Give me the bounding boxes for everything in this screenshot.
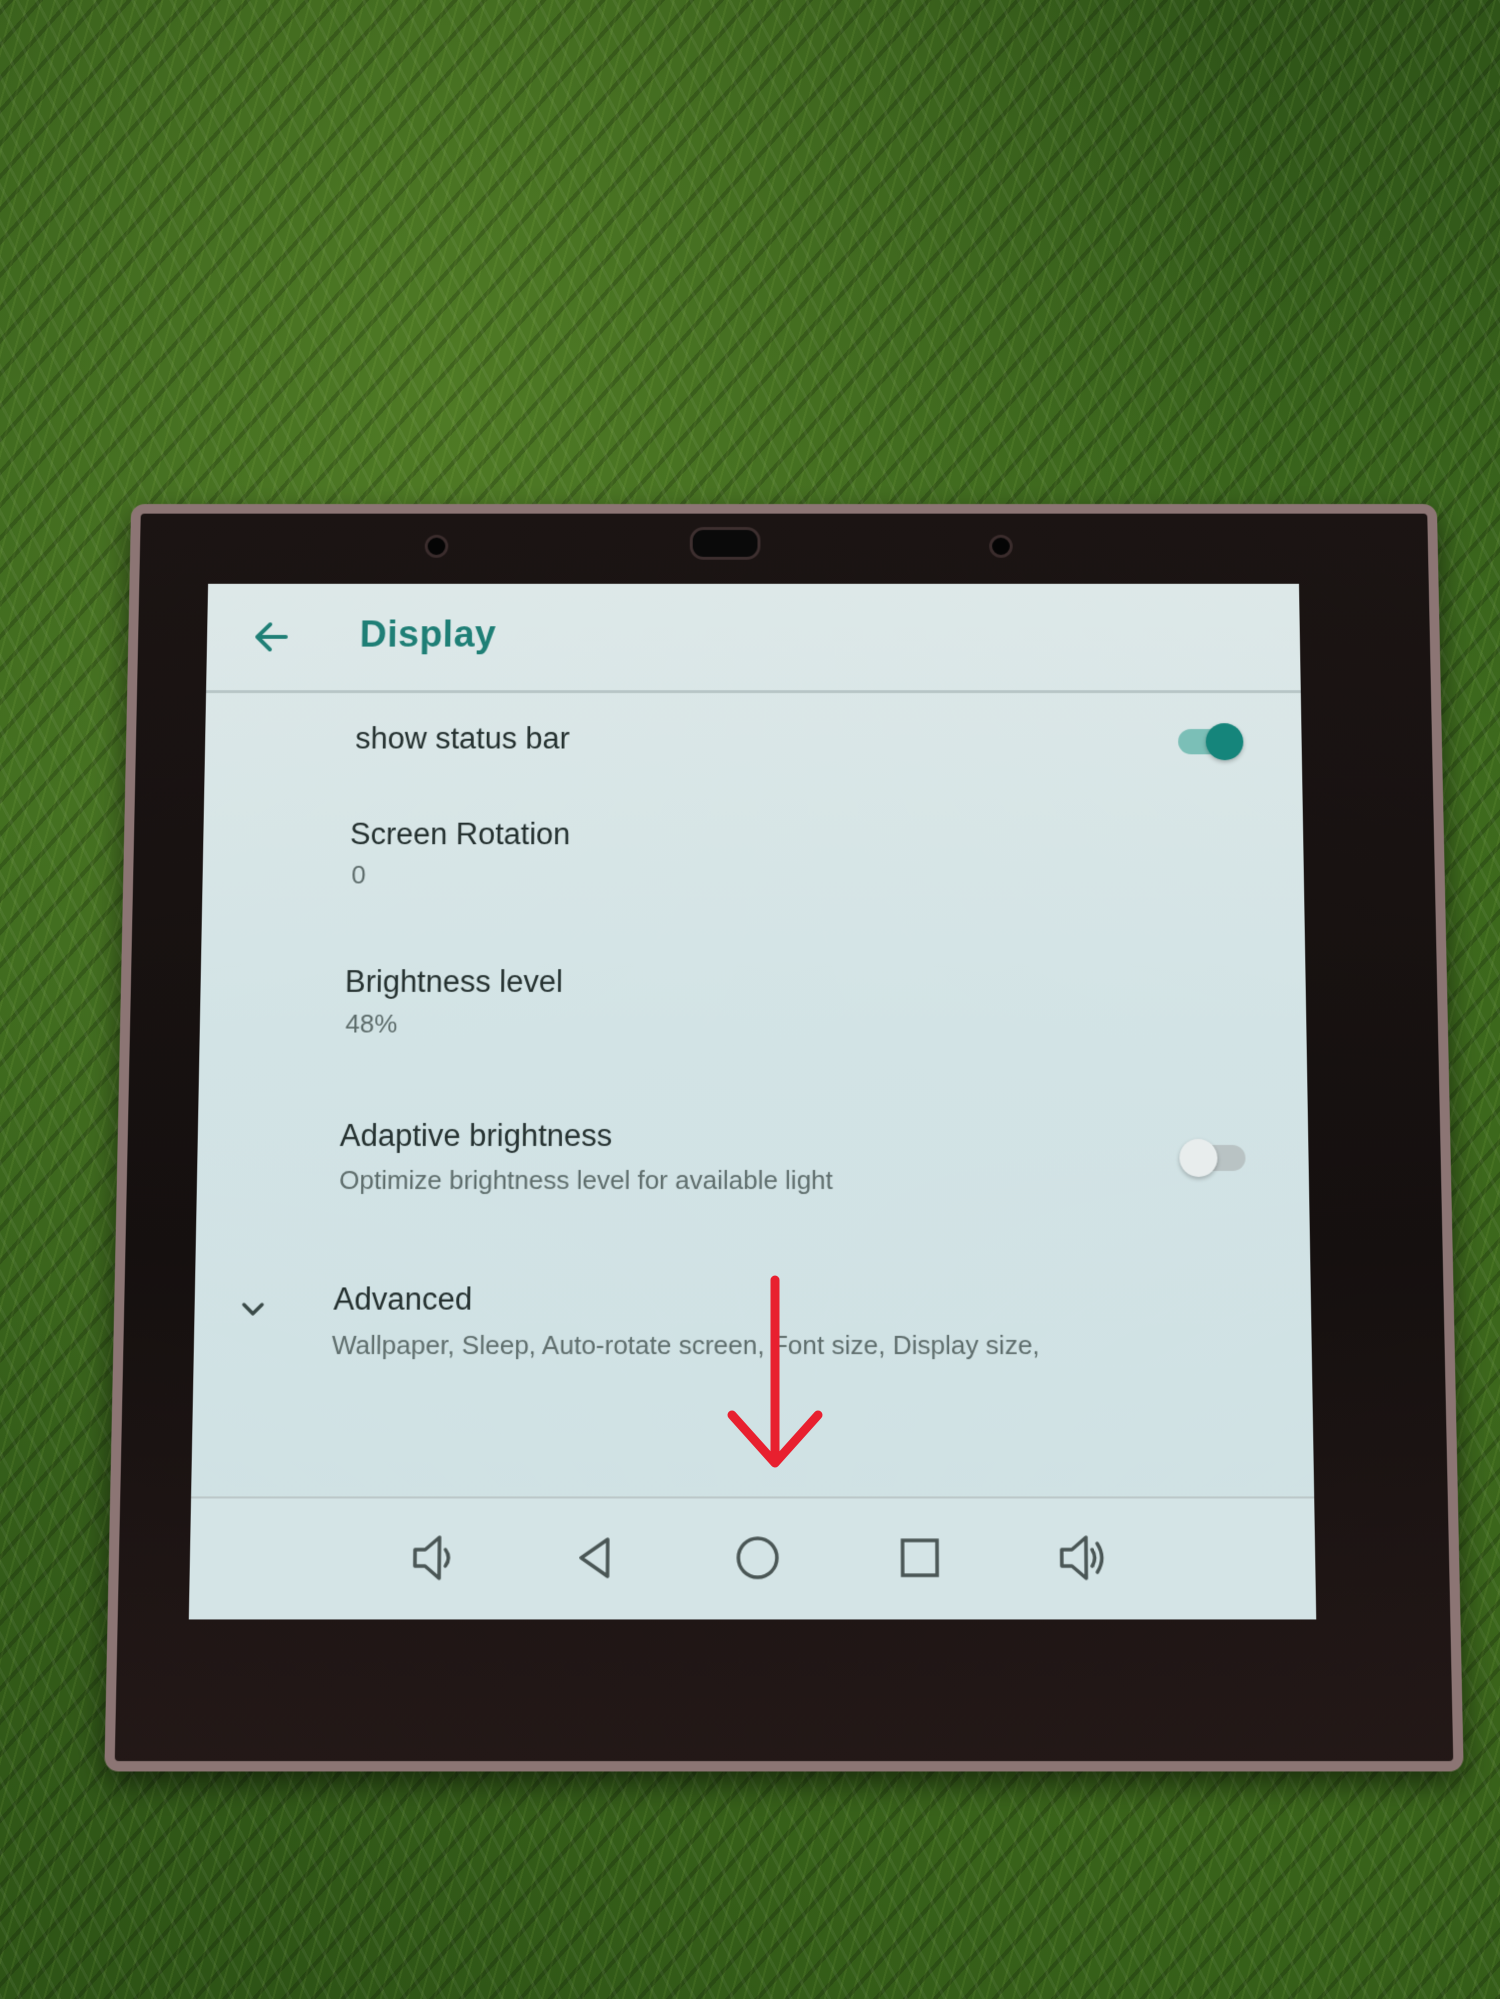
setting-screen-rotation[interactable]: Screen Rotation 0 bbox=[202, 789, 1305, 916]
red-down-arrow-icon bbox=[727, 1275, 823, 1468]
camera-right-icon bbox=[989, 534, 1013, 558]
app-bar: Display bbox=[206, 583, 1301, 694]
setting-show-status-bar[interactable]: show status bar bbox=[204, 692, 1302, 789]
back-triangle-icon[interactable] bbox=[565, 1527, 626, 1589]
setting-summary: Wallpaper, Sleep, Auto-rotate screen, Fo… bbox=[331, 1329, 1040, 1361]
setting-summary: Optimize brightness level for available … bbox=[339, 1164, 833, 1195]
setting-title: Adaptive brightness bbox=[339, 1118, 613, 1153]
sensor-bar-icon bbox=[689, 527, 761, 560]
page-title: Display bbox=[359, 614, 497, 656]
camera-left-icon bbox=[424, 534, 449, 558]
setting-title: Advanced bbox=[333, 1281, 473, 1317]
volume-up-icon[interactable] bbox=[1051, 1527, 1112, 1589]
setting-title: show status bar bbox=[355, 721, 570, 756]
setting-brightness-level[interactable]: Brightness level 48% bbox=[199, 920, 1307, 1068]
chevron-down-icon bbox=[234, 1291, 271, 1327]
volume-down-icon[interactable] bbox=[402, 1527, 464, 1589]
status-bar-toggle[interactable] bbox=[1177, 723, 1244, 761]
adaptive-brightness-toggle[interactable] bbox=[1179, 1138, 1246, 1177]
setting-title: Brightness level bbox=[344, 964, 563, 999]
setting-adaptive-brightness[interactable]: Adaptive brightness Optimize brightness … bbox=[196, 1073, 1309, 1223]
setting-summary: 0 bbox=[351, 859, 367, 890]
setting-summary: 48% bbox=[345, 1008, 398, 1039]
navigation-bar bbox=[188, 1496, 1317, 1620]
setting-title: Screen Rotation bbox=[349, 816, 571, 852]
tablet-device: Display show status bar Screen Rotation … bbox=[104, 504, 1464, 1772]
home-circle-icon[interactable] bbox=[727, 1527, 788, 1589]
recents-square-icon[interactable] bbox=[889, 1527, 950, 1589]
arrow-left-icon[interactable] bbox=[246, 613, 296, 661]
